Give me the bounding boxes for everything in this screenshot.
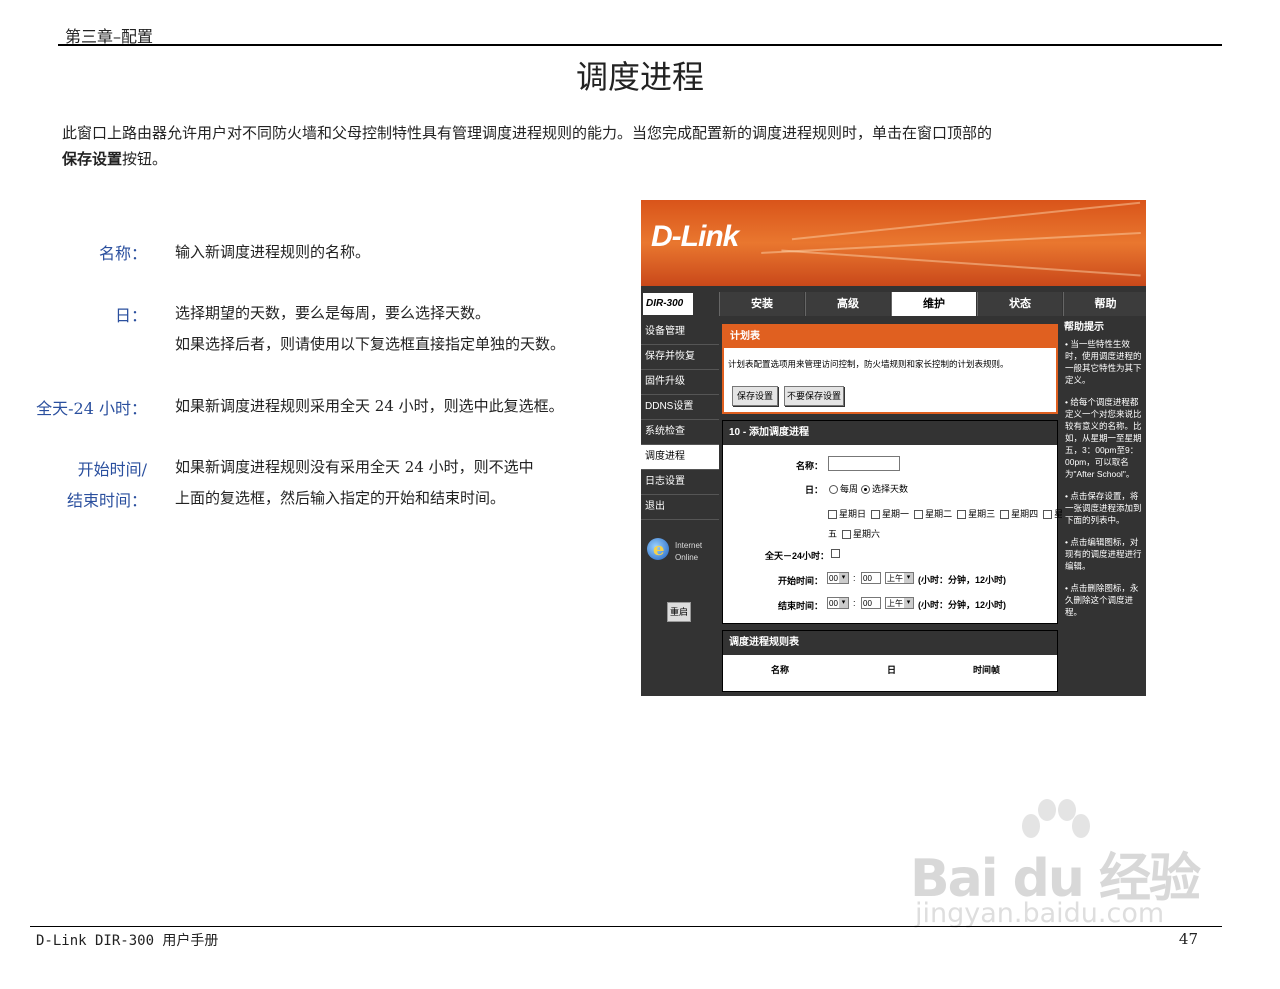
friday-label-cont: 五 <box>828 529 838 539</box>
end-time-hint: (小时：分钟，12小时) <box>918 600 1007 610</box>
start-time-hint: (小时：分钟，12小时) <box>918 575 1007 585</box>
sidebar-item-save-restore[interactable]: 保存并恢复 <box>641 345 719 370</box>
tuesday-checkbox[interactable] <box>914 510 924 520</box>
page-title: 调度进程 <box>575 58 704 96</box>
footer-manual-title: D-Link DIR-300 用户手册 <box>36 933 219 949</box>
weekly-label: 每周 <box>840 484 859 494</box>
tab-status[interactable]: 状态 <box>977 292 1062 316</box>
select-days-radio[interactable] <box>861 485 870 495</box>
friday-checkbox[interactable] <box>1043 510 1053 520</box>
footer-divider <box>30 926 1222 927</box>
start-time-label: 开始时间： <box>777 576 823 586</box>
tuesday-label: 星期二 <box>925 509 953 519</box>
online-label: Online <box>675 553 699 562</box>
desc-name: 输入新调度进程规则的名称。 <box>175 243 371 261</box>
start-ampm-select[interactable]: 上午 ▾ <box>885 572 914 584</box>
watermark-url: jingyan.baidu.com <box>915 898 1165 929</box>
header-divider <box>58 44 1222 46</box>
end-hour-select[interactable]: 00 ▾ <box>827 597 849 609</box>
monday-label: 星期一 <box>882 509 910 519</box>
tab-maintenance[interactable]: 维护 <box>891 292 976 316</box>
side-nav: 设备管理 保存并恢复 固件升级 DDNS设置 系统检查 调度进程 日志设置 退出… <box>641 320 719 696</box>
allday-label: 全天－24小时： <box>764 551 829 561</box>
day-label: 日： <box>804 485 823 495</box>
main-content: 计划表 计划表配置选项用来管理访问控制，防火墙规则和家长控制的计划表规则。 保存… <box>722 320 1072 696</box>
save-settings-button[interactable]: 保存设置 <box>732 386 778 406</box>
desc-day-1: 选择期望的天数，要么是每周，要么选择天数。 <box>175 304 491 322</box>
schedule-rules-title: 调度进程规则表 <box>723 631 1057 655</box>
add-schedule-box: 10 - 添加调度进程 名称： 日： 每周 选择天数 星期日 星期一 星期二 星… <box>722 420 1072 624</box>
thursday-checkbox[interactable] <box>1000 510 1010 520</box>
col-day: 日 <box>887 665 897 675</box>
term-start-time: 开始时间/ <box>77 460 147 479</box>
end-minute-input[interactable]: 00 <box>861 597 881 609</box>
help-item: • 点击删除图标，永久删除这个调度进程。 <box>1065 583 1139 617</box>
reboot-button[interactable]: 重启 <box>667 602 691 622</box>
help-panel: 帮助提示 • 当一些特性生效时，使用调度进程的一般其它特性为其下定义。 • 给每… <box>1062 320 1146 696</box>
intro-paragraph: 此窗口上路由器允许用户对不同防火墙和父母控制特性具有管理调度进程规则的能力。当您… <box>62 120 1172 172</box>
page-number: 47 <box>1178 930 1198 948</box>
wednesday-label: 星期三 <box>968 509 996 519</box>
internet-explorer-icon: e <box>647 538 669 560</box>
start-minute-input[interactable]: 00 <box>861 572 881 584</box>
schedule-box: 计划表 计划表配置选项用来管理访问控制，防火墙规则和家长控制的计划表规则。 保存… <box>722 324 1058 414</box>
desc-time-2: 上面的复选框，然后输入指定的开始和结束时间。 <box>175 489 506 507</box>
term-name: 名称： <box>98 244 147 263</box>
help-title: 帮助提示 <box>1064 322 1104 333</box>
desc-day-2: 如果选择后者，则请使用以下复选框直接指定单独的天数。 <box>175 335 566 353</box>
term-allday: 全天-24 小时： <box>36 399 147 418</box>
col-name: 名称 <box>771 665 790 675</box>
desc-time-1: 如果新调度进程规则没有采用全天 24 小时，则不选中 <box>175 458 534 476</box>
start-hour-select[interactable]: 00 ▾ <box>827 572 849 584</box>
router-screenshot: D-Link DIR-300 安装 高级 维护 状态 帮助 设备管理 保存并恢复… <box>641 200 1146 696</box>
sidebar-item-log-settings[interactable]: 日志设置 <box>641 470 719 495</box>
sidebar-item-device-admin[interactable]: 设备管理 <box>641 320 719 345</box>
add-schedule-title: 10 - 添加调度进程 <box>723 421 1057 445</box>
tab-advanced[interactable]: 高级 <box>805 292 890 316</box>
model-badge: DIR-300 <box>643 293 693 315</box>
sidebar-item-firmware[interactable]: 固件升级 <box>641 370 719 395</box>
saturday-label: 星期六 <box>853 529 881 539</box>
help-item: • 给每个调度进程都定义一个对您来说比较有意义的名称。比如，从星期一至星期五，3… <box>1065 397 1142 479</box>
wednesday-checkbox[interactable] <box>957 510 967 520</box>
internet-label: Internet <box>675 541 703 550</box>
col-timeframe: 时间帧 <box>973 665 1001 675</box>
name-label: 名称： <box>795 461 823 471</box>
help-item: • 点击编辑图标，对现有的调度进程进行编辑。 <box>1065 537 1142 571</box>
end-ampm-select[interactable]: 上午 ▾ <box>885 597 914 609</box>
schedule-name-input[interactable] <box>828 456 900 471</box>
intro-tail: 按钮。 <box>122 150 168 168</box>
intro-bold: 保存设置 <box>62 150 123 168</box>
schedule-rules-list: 调度进程规则表 名称 日 时间帧 <box>722 630 1058 692</box>
thursday-label: 星期四 <box>1011 509 1039 519</box>
sidebar-item-logout[interactable]: 退出 <box>641 495 719 520</box>
monday-checkbox[interactable] <box>871 510 881 520</box>
intro-text: 此窗口上路由器允许用户对不同防火墙和父母控制特性具有管理调度进程规则的能力。当您… <box>62 124 993 142</box>
weekly-radio[interactable] <box>829 485 838 495</box>
select-days-label: 选择天数 <box>872 484 909 494</box>
sidebar-item-ddns[interactable]: DDNS设置 <box>641 395 719 420</box>
help-item: • 当一些特性生效时，使用调度进程的一般其它特性为其下定义。 <box>1065 339 1142 385</box>
sidebar-item-system-check[interactable]: 系统检查 <box>641 420 719 445</box>
sidebar-item-schedules[interactable]: 调度进程 <box>641 445 719 470</box>
term-day: 日： <box>114 306 147 325</box>
help-item: • 点击保存设置，将一张调度进程添加到下面的列表中。 <box>1065 491 1142 525</box>
dlink-logo: D-Link <box>651 220 739 253</box>
schedule-box-title: 计划表 <box>724 326 1056 348</box>
top-nav: DIR-300 安装 高级 维护 状态 帮助 <box>641 290 1146 318</box>
tab-help[interactable]: 帮助 <box>1063 292 1146 316</box>
saturday-checkbox[interactable] <box>842 530 852 540</box>
baidu-watermark: Bai du 经验 jingyan.baidu.com <box>905 798 1205 938</box>
dont-save-button[interactable]: 不要保存设置 <box>784 386 844 406</box>
end-time-label: 结束时间： <box>777 601 823 611</box>
desc-allday: 如果新调度进程规则采用全天 24 小时，则选中此复选框。 <box>175 397 564 415</box>
allday-checkbox[interactable] <box>831 549 840 559</box>
tab-setup[interactable]: 安装 <box>719 292 804 316</box>
schedule-box-text: 计划表配置选项用来管理访问控制，防火墙规则和家长控制的计划表规则。 <box>728 359 1009 369</box>
sunday-checkbox[interactable] <box>828 510 837 520</box>
term-end-time: 结束时间： <box>66 491 147 510</box>
sunday-label: 星期日 <box>839 509 867 519</box>
dlink-banner: D-Link <box>641 200 1146 286</box>
